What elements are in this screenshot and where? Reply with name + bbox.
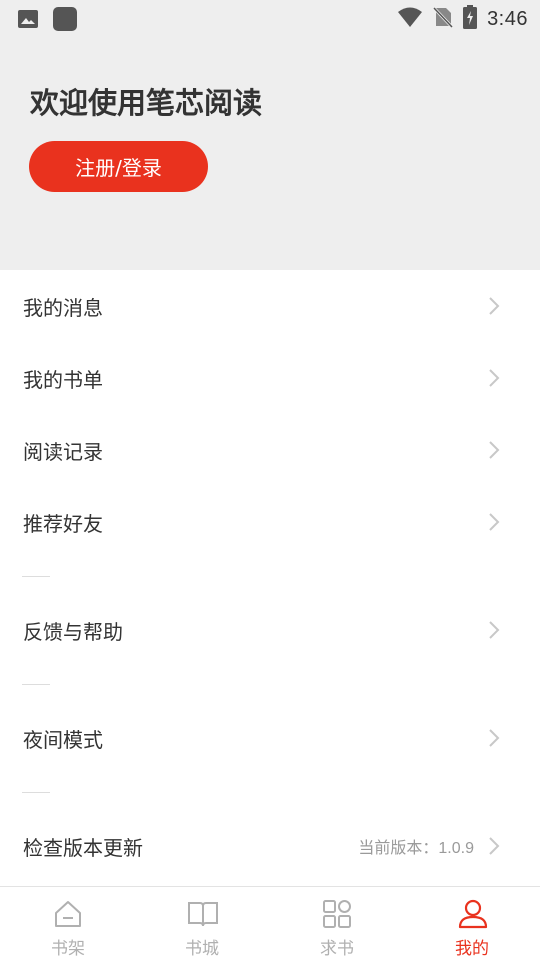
- tab-bookshelf[interactable]: 书架: [28, 887, 108, 961]
- status-bar: 3:46: [0, 0, 540, 36]
- tab-mine[interactable]: 我的: [432, 887, 512, 961]
- tab-bookstore[interactable]: 书城: [162, 887, 242, 961]
- menu-item-label: 检查版本更新: [23, 835, 143, 860]
- menu-item-night-mode[interactable]: 夜间模式: [0, 702, 540, 774]
- no-sim-icon: [432, 6, 454, 32]
- divider: [22, 792, 50, 793]
- tab-request-book[interactable]: 求书: [297, 887, 377, 961]
- menu-item-check-update[interactable]: 检查版本更新 当前版本：1.0.9: [0, 810, 540, 882]
- home-icon: [55, 901, 81, 927]
- grid-icon: [323, 900, 351, 928]
- menu-item-booklist[interactable]: 我的书单: [0, 342, 540, 414]
- chevron-right-icon: [488, 368, 500, 392]
- menu-item-label: 我的消息: [23, 295, 103, 320]
- tab-label: 求书: [320, 939, 354, 959]
- register-login-button[interactable]: 注册/登录: [29, 141, 208, 192]
- wifi-icon: [397, 6, 423, 32]
- image-icon: [17, 9, 39, 33]
- menu-item-label: 反馈与帮助: [23, 619, 123, 644]
- welcome-title: 欢迎使用笔芯阅读: [30, 86, 263, 120]
- current-version-text: 当前版本：1.0.9: [358, 840, 474, 857]
- chevron-right-icon: [488, 728, 500, 752]
- menu-item-recommend-friends[interactable]: 推荐好友: [0, 486, 540, 558]
- tab-label: 书城: [185, 939, 219, 959]
- divider: [22, 576, 50, 577]
- menu-item-label: 夜间模式: [23, 727, 103, 752]
- chevron-right-icon: [488, 836, 500, 860]
- chevron-right-icon: [488, 440, 500, 464]
- user-icon: [458, 899, 488, 929]
- menu-item-label: 阅读记录: [23, 439, 103, 464]
- bottom-nav: 书架 书城 求书 我的: [0, 886, 540, 961]
- chevron-right-icon: [488, 620, 500, 644]
- app-square-icon: [52, 6, 78, 36]
- menu-item-label: 我的书单: [23, 367, 103, 392]
- book-icon: [188, 902, 218, 927]
- profile-header: 欢迎使用笔芯阅读 注册/登录: [0, 36, 540, 270]
- menu-item-messages[interactable]: 我的消息: [0, 270, 540, 342]
- battery-charging-icon: [463, 5, 478, 33]
- chevron-right-icon: [488, 512, 500, 536]
- chevron-right-icon: [488, 296, 500, 320]
- divider: [22, 684, 50, 685]
- tab-label: 书架: [51, 939, 85, 959]
- menu-item-reading-history[interactable]: 阅读记录: [0, 414, 540, 486]
- menu-item-feedback-help[interactable]: 反馈与帮助: [0, 594, 540, 666]
- menu-item-label: 推荐好友: [23, 511, 103, 536]
- status-time: 3:46: [487, 7, 528, 30]
- tab-label: 我的: [455, 939, 489, 959]
